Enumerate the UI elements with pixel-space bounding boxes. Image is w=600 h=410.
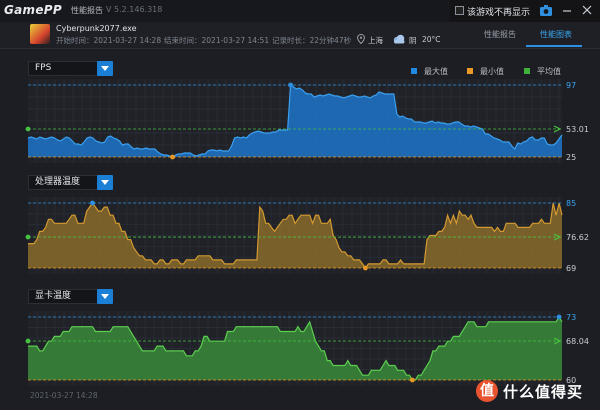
watermark-logo: 值 [476, 380, 498, 402]
performance-charts: 9753.01258576.62697368.0460 [25, 79, 589, 386]
cpu-temp-min-marker [363, 265, 368, 271]
gpu-temp-avg-marker [25, 338, 31, 344]
watermark-text: 什么值得买 [503, 383, 584, 401]
fps-min-label: 25 [566, 153, 576, 162]
fps-min-marker [170, 154, 175, 160]
gpu-temp-min-marker [409, 377, 415, 383]
cpu-temp-min-label: 69 [566, 264, 576, 273]
cpu-temp-avg-marker [25, 234, 31, 240]
fps-max-marker [288, 82, 293, 88]
fps-max-label: 97 [566, 81, 576, 90]
fps-avg-label: 53.01 [566, 125, 589, 134]
cpu-temp-max-marker [90, 200, 95, 206]
cpu-temp-max-label: 85 [566, 199, 576, 208]
gpu-temp-avg-label: 68.04 [566, 337, 589, 346]
fps-avg-marker [25, 126, 31, 132]
footer-date: 2021-03-27 14:28 [30, 391, 98, 400]
cpu-temp-avg-label: 76.62 [566, 233, 589, 242]
gpu-temp-max-label: 73 [566, 313, 576, 322]
gpu-temp-max-marker [556, 314, 562, 320]
